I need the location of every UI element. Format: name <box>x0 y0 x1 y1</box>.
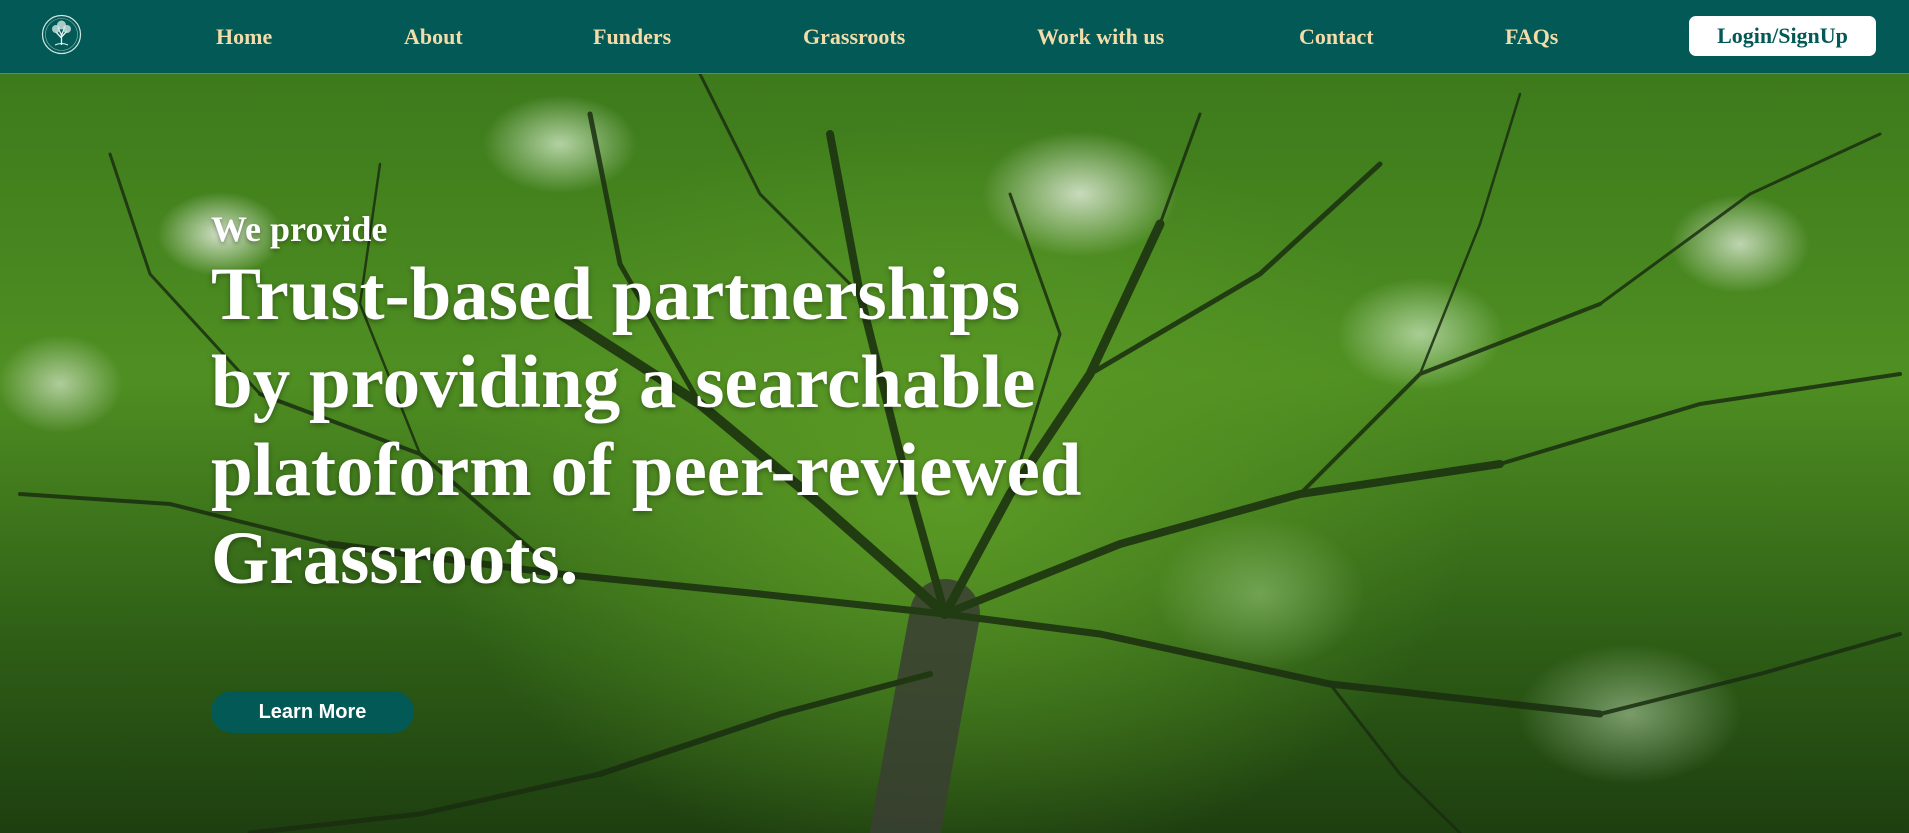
nav-link-about[interactable]: About <box>404 24 463 50</box>
nav-link-home[interactable]: Home <box>216 24 272 50</box>
top-navigation-bar: Home About Funders Grassroots Work with … <box>0 0 1909 74</box>
login-signup-button[interactable]: Login/SignUp <box>1689 16 1876 56</box>
hero-headline: Trust-based partnerships by providing a … <box>211 253 1082 600</box>
nav-link-funders[interactable]: Funders <box>593 24 671 50</box>
learn-more-button[interactable]: Learn More <box>211 691 414 733</box>
nav-link-faqs[interactable]: FAQs <box>1505 24 1558 50</box>
hero-content: We provide Trust-based partnerships by p… <box>211 211 1111 603</box>
nav-link-work-with-us[interactable]: Work with us <box>1037 24 1164 50</box>
tree-logo-icon[interactable] <box>41 14 82 55</box>
nav-link-grassroots[interactable]: Grassroots <box>803 24 905 50</box>
nav-link-contact[interactable]: Contact <box>1299 24 1374 50</box>
hero-eyebrow: We provide <box>211 209 388 249</box>
